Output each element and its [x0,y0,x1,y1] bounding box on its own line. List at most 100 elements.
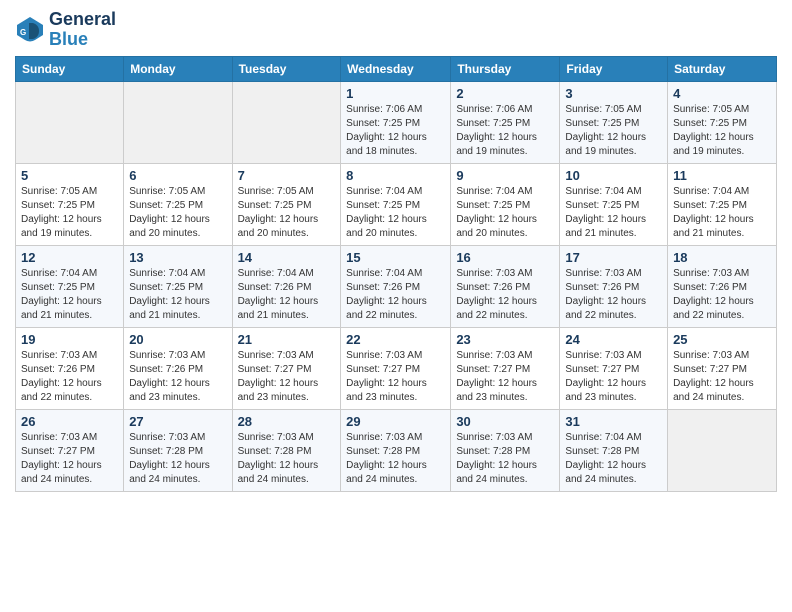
day-info: Sunrise: 7:05 AM Sunset: 7:25 PM Dayligh… [129,185,226,241]
calendar-cell: 16 Sunrise: 7:03 AM Sunset: 7:26 PM Dayli… [451,245,560,327]
day-header-tuesday: Tuesday [232,56,341,81]
day-info: Sunrise: 7:06 AM Sunset: 7:25 PM Dayligh… [456,103,554,159]
calendar-cell: 25 Sunrise: 7:03 AM Sunset: 7:27 PM Dayli… [668,327,777,409]
calendar-cell: 19 Sunrise: 7:03 AM Sunset: 7:26 PM Dayli… [16,327,124,409]
day-info: Sunrise: 7:04 AM Sunset: 7:25 PM Dayligh… [129,267,226,323]
day-header-monday: Monday [124,56,232,81]
calendar-week-3: 12Sunrise: 7:04 AM Sunset: 7:25 PM Dayli… [16,245,777,327]
day-info: Sunrise: 7:05 AM Sunset: 7:25 PM Dayligh… [21,185,118,241]
day-number: 14 [238,250,336,265]
calendar-cell: 30Sunrise: 7:03 AM Sunset: 7:28 PM Dayli… [451,409,560,491]
day-number: 7 [238,168,336,183]
calendar-cell: 21 Sunrise: 7:03 AM Sunset: 7:27 PM Dayli… [232,327,341,409]
day-number: 10 [565,168,662,183]
day-number: 26 [21,414,118,429]
calendar-cell: 23 Sunrise: 7:03 AM Sunset: 7:27 PM Dayli… [451,327,560,409]
day-info: Sunrise: 7:04 AM Sunset: 7:26 PM Dayligh… [346,267,445,323]
day-number: 21 [238,332,336,347]
calendar-week-4: 19 Sunrise: 7:03 AM Sunset: 7:26 PM Dayli… [16,327,777,409]
day-number: 27 [129,414,226,429]
day-info: Sunrise: 7:04 AM Sunset: 7:25 PM Dayligh… [673,185,771,241]
calendar-cell [16,81,124,163]
day-header-sunday: Sunday [16,56,124,81]
day-number: 24 [565,332,662,347]
calendar-cell: 27 Sunrise: 7:03 AM Sunset: 7:28 PM Dayli… [124,409,232,491]
day-number: 6 [129,168,226,183]
day-info: Sunrise: 7:03 AM Sunset: 7:27 PM Dayligh… [456,349,554,405]
day-info: Sunrise: 7:04 AM Sunset: 7:25 PM Dayligh… [565,185,662,241]
day-info: Sunrise: 7:04 AM Sunset: 7:25 PM Dayligh… [456,185,554,241]
day-number: 25 [673,332,771,347]
calendar-cell: 3Sunrise: 7:05 AM Sunset: 7:25 PM Daylig… [560,81,668,163]
day-info: Sunrise: 7:03 AM Sunset: 7:28 PM Dayligh… [346,431,445,487]
calendar-cell: 7 Sunrise: 7:05 AM Sunset: 7:25 PM Daylig… [232,163,341,245]
calendar-cell: 26Sunrise: 7:03 AM Sunset: 7:27 PM Dayli… [16,409,124,491]
day-header-wednesday: Wednesday [341,56,451,81]
day-info: Sunrise: 7:05 AM Sunset: 7:25 PM Dayligh… [673,103,771,159]
day-info: Sunrise: 7:05 AM Sunset: 7:25 PM Dayligh… [238,185,336,241]
calendar-cell: 17 Sunrise: 7:03 AM Sunset: 7:26 PM Dayli… [560,245,668,327]
calendar-cell: 18Sunrise: 7:03 AM Sunset: 7:26 PM Dayli… [668,245,777,327]
calendar-week-1: 1 Sunrise: 7:06 AM Sunset: 7:25 PM Daylig… [16,81,777,163]
day-info: Sunrise: 7:03 AM Sunset: 7:26 PM Dayligh… [129,349,226,405]
calendar-cell: 31 Sunrise: 7:04 AM Sunset: 7:28 PM Dayli… [560,409,668,491]
header: G General Blue [15,10,777,50]
calendar-cell [124,81,232,163]
calendar-cell: 29 Sunrise: 7:03 AM Sunset: 7:28 PM Dayli… [341,409,451,491]
day-number: 20 [129,332,226,347]
calendar-cell: 5 Sunrise: 7:05 AM Sunset: 7:25 PM Daylig… [16,163,124,245]
logo: G General Blue [15,10,116,50]
day-info: Sunrise: 7:04 AM Sunset: 7:25 PM Dayligh… [346,185,445,241]
day-info: Sunrise: 7:03 AM Sunset: 7:27 PM Dayligh… [673,349,771,405]
day-info: Sunrise: 7:05 AM Sunset: 7:25 PM Dayligh… [565,103,662,159]
calendar-cell [668,409,777,491]
day-number: 16 [456,250,554,265]
day-number: 1 [346,86,445,101]
day-number: 29 [346,414,445,429]
day-number: 17 [565,250,662,265]
logo-icon: G [15,15,45,45]
calendar-cell: 9 Sunrise: 7:04 AM Sunset: 7:25 PM Daylig… [451,163,560,245]
day-header-friday: Friday [560,56,668,81]
calendar-cell: 6 Sunrise: 7:05 AM Sunset: 7:25 PM Daylig… [124,163,232,245]
day-info: Sunrise: 7:04 AM Sunset: 7:28 PM Dayligh… [565,431,662,487]
day-number: 15 [346,250,445,265]
day-number: 4 [673,86,771,101]
day-number: 8 [346,168,445,183]
calendar-cell: 12Sunrise: 7:04 AM Sunset: 7:25 PM Dayli… [16,245,124,327]
day-number: 11 [673,168,771,183]
day-number: 31 [565,414,662,429]
calendar-cell: 20 Sunrise: 7:03 AM Sunset: 7:26 PM Dayli… [124,327,232,409]
svg-text:G: G [20,28,26,37]
day-number: 2 [456,86,554,101]
page: G General Blue SundayMondayTuesdayWednes… [0,0,792,612]
day-info: Sunrise: 7:04 AM Sunset: 7:25 PM Dayligh… [21,267,118,323]
day-info: Sunrise: 7:03 AM Sunset: 7:28 PM Dayligh… [129,431,226,487]
day-header-thursday: Thursday [451,56,560,81]
day-number: 9 [456,168,554,183]
calendar-cell: 14 Sunrise: 7:04 AM Sunset: 7:26 PM Dayli… [232,245,341,327]
day-info: Sunrise: 7:06 AM Sunset: 7:25 PM Dayligh… [346,103,445,159]
day-info: Sunrise: 7:03 AM Sunset: 7:26 PM Dayligh… [565,267,662,323]
calendar-week-2: 5 Sunrise: 7:05 AM Sunset: 7:25 PM Daylig… [16,163,777,245]
calendar-cell: 4 Sunrise: 7:05 AM Sunset: 7:25 PM Daylig… [668,81,777,163]
calendar-cell: 22Sunrise: 7:03 AM Sunset: 7:27 PM Dayli… [341,327,451,409]
calendar: SundayMondayTuesdayWednesdayThursdayFrid… [15,56,777,492]
day-number: 13 [129,250,226,265]
calendar-cell: 28Sunrise: 7:03 AM Sunset: 7:28 PM Dayli… [232,409,341,491]
day-info: Sunrise: 7:03 AM Sunset: 7:28 PM Dayligh… [238,431,336,487]
day-info: Sunrise: 7:03 AM Sunset: 7:26 PM Dayligh… [21,349,118,405]
day-header-saturday: Saturday [668,56,777,81]
day-number: 22 [346,332,445,347]
day-number: 23 [456,332,554,347]
day-info: Sunrise: 7:03 AM Sunset: 7:26 PM Dayligh… [456,267,554,323]
day-number: 19 [21,332,118,347]
calendar-cell: 11 Sunrise: 7:04 AM Sunset: 7:25 PM Dayli… [668,163,777,245]
day-info: Sunrise: 7:04 AM Sunset: 7:26 PM Dayligh… [238,267,336,323]
calendar-cell: 24 Sunrise: 7:03 AM Sunset: 7:27 PM Dayli… [560,327,668,409]
calendar-cell: 13 Sunrise: 7:04 AM Sunset: 7:25 PM Dayli… [124,245,232,327]
day-info: Sunrise: 7:03 AM Sunset: 7:28 PM Dayligh… [456,431,554,487]
day-number: 5 [21,168,118,183]
day-info: Sunrise: 7:03 AM Sunset: 7:27 PM Dayligh… [565,349,662,405]
day-info: Sunrise: 7:03 AM Sunset: 7:27 PM Dayligh… [238,349,336,405]
